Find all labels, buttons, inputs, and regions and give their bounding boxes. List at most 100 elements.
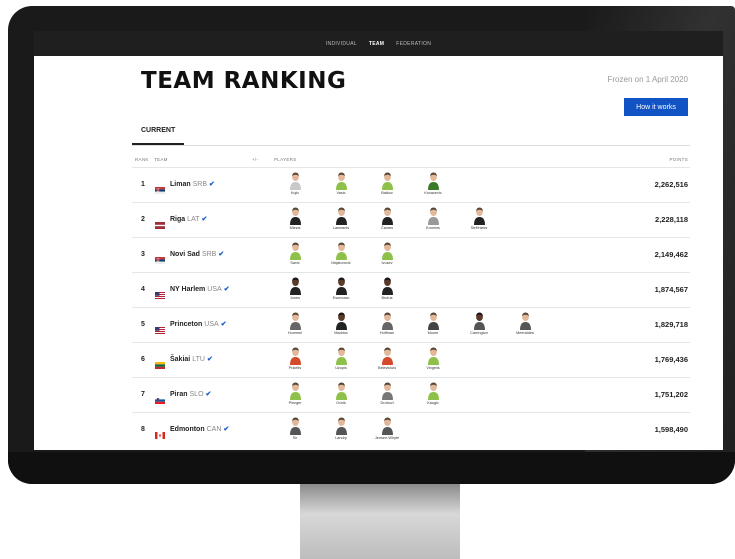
team-name-link[interactable]: Princeton USA ✔: [170, 320, 227, 328]
table-row[interactable]: 3 Novi Sad SRB ✔ Savić Majstorović Ivosev 2,149…: [132, 237, 690, 272]
team-name-link[interactable]: Edmonton CAN ✔: [170, 425, 229, 433]
player-avatar: [335, 205, 348, 225]
player-avatar: [381, 205, 394, 225]
country-code: USA: [204, 321, 219, 328]
player-card[interactable]: Kovacevic: [410, 170, 456, 195]
tab-divider: [132, 145, 690, 146]
nav-tab-individual[interactable]: INDIVIDUAL: [326, 41, 357, 47]
player-card[interactable]: Drobovl: [364, 380, 410, 405]
team-name-link[interactable]: Šakiai LTU ✔: [170, 355, 213, 363]
player-avatar: [473, 310, 486, 330]
player-name: Huffman: [379, 331, 395, 335]
player-name: Kaugic: [427, 401, 439, 405]
players-list: Pukelis Uzupis Beleviciuis Vingelis: [272, 345, 456, 370]
country-code: SRB: [201, 251, 217, 258]
player-avatar: [381, 380, 394, 400]
verified-check-icon: ✔: [209, 181, 215, 188]
table-row[interactable]: 1 Liman SRB ✔ Kojic Vasic Batkov Kovacevic 2,262…: [132, 167, 690, 202]
player-name: Miezis: [289, 226, 301, 230]
player-name: Moore: [427, 331, 439, 335]
player-card[interactable]: Vasic: [318, 170, 364, 195]
nav-tab-federation[interactable]: FEDERATION: [396, 41, 431, 47]
player-avatar: [381, 415, 394, 435]
screen: INDIVIDUAL TEAM FEDERATION TEAM RANKING …: [34, 31, 723, 450]
player-card[interactable]: Esomowo: [318, 275, 364, 300]
team-name: Edmonton: [170, 426, 205, 433]
player-card[interactable]: Pinzger: [272, 380, 318, 405]
team-name-link[interactable]: Riga LAT ✔: [170, 215, 207, 223]
player-avatar: [519, 310, 532, 330]
player-card[interactable]: Beleviciuis: [364, 345, 410, 370]
team-name: Riga: [170, 216, 186, 223]
team-name-link[interactable]: Liman SRB ✔: [170, 180, 215, 188]
table-row[interactable]: 8 Edmonton CAN ✔ Sir Landry Jensen-Whyte 1,598,…: [132, 412, 690, 447]
player-card[interactable]: Ivosev: [364, 240, 410, 265]
how-it-works-button[interactable]: How it works: [624, 98, 688, 116]
verified-check-icon: ✔: [218, 251, 225, 258]
player-card[interactable]: Moore: [410, 310, 456, 335]
player-name: Jones: [289, 296, 301, 300]
monitor-stand: [300, 484, 460, 559]
player-card[interactable]: Savić: [272, 240, 318, 265]
table-row[interactable]: 7 Piran SLO ✔ Pinzger Ovnik Drobovl Kaugic 1,751…: [132, 377, 690, 412]
table-row[interactable]: 2 Riga LAT ✔ Miezis Lasmanis Čavars Kromins Strē…: [132, 202, 690, 237]
player-card[interactable]: Strēlnieks: [456, 205, 502, 230]
player-card[interactable]: Vingelis: [410, 345, 456, 370]
player-card[interactable]: Meeraides: [502, 310, 548, 335]
tab-current[interactable]: CURRENT: [141, 127, 175, 134]
player-card[interactable]: Brutus: [364, 275, 410, 300]
player-card[interactable]: Kojic: [272, 170, 318, 195]
player-avatar: [335, 240, 348, 260]
player-name: Strēlnieks: [470, 226, 488, 230]
country-code: LTU: [192, 356, 205, 363]
team-name: Liman: [170, 181, 191, 188]
flag-icon: [155, 216, 165, 229]
rank-number: 7: [141, 391, 145, 398]
player-name: Batkov: [381, 191, 393, 195]
players-list: Jones Esomowo Brutus: [272, 275, 410, 300]
players-list: Hummel Maddox Huffman Moore Carrington Meerai…: [272, 310, 548, 335]
player-card[interactable]: Kaugic: [410, 380, 456, 405]
player-card[interactable]: Batkov: [364, 170, 410, 195]
player-avatar: [289, 380, 302, 400]
nav-tab-team[interactable]: TEAM: [369, 41, 384, 47]
player-card[interactable]: Kromins: [410, 205, 456, 230]
team-name-link[interactable]: Novi Sad SRB ✔: [170, 250, 224, 258]
team-name-link[interactable]: NY Harlem USA ✔: [170, 285, 230, 293]
player-card[interactable]: Miezis: [272, 205, 318, 230]
team-points: 1,874,567: [654, 285, 688, 294]
player-card[interactable]: Jensen-Whyte: [364, 415, 410, 440]
table-row[interactable]: 4 NY Harlem USA ✔ Jones Esomowo Brutus 1,874,56…: [132, 272, 690, 307]
flag-icon: [155, 321, 165, 334]
verified-check-icon: ✔: [220, 321, 227, 328]
rank-number: 6: [141, 356, 145, 363]
table-row[interactable]: 6 Šakiai LTU ✔ Pukelis Uzupis Beleviciuis Vinge…: [132, 342, 690, 377]
country-code: USA: [207, 286, 222, 293]
player-card[interactable]: Uzupis: [318, 345, 364, 370]
country-code: CAN: [206, 426, 222, 433]
player-card[interactable]: Ovnik: [318, 380, 364, 405]
player-card[interactable]: Majstorović: [318, 240, 364, 265]
rank-number: 1: [141, 181, 145, 188]
player-avatar: [427, 170, 440, 190]
player-card[interactable]: Čavars: [364, 205, 410, 230]
player-card[interactable]: Carrington: [456, 310, 502, 335]
player-avatar: [427, 310, 440, 330]
player-card[interactable]: Lasmanis: [318, 205, 364, 230]
player-avatar: [381, 275, 394, 295]
ranking-table: 1 Liman SRB ✔ Kojic Vasic Batkov Kovacevic 2,262…: [132, 167, 690, 447]
player-card[interactable]: Landry: [318, 415, 364, 440]
frozen-date: Frozen on 1 April 2020: [607, 75, 689, 84]
player-avatar: [335, 380, 348, 400]
player-card[interactable]: Jones: [272, 275, 318, 300]
table-row[interactable]: 5 Princeton USA ✔ Hummel Maddox Huffman Moore Ca…: [132, 307, 690, 342]
player-avatar: [427, 380, 440, 400]
player-avatar: [335, 275, 348, 295]
player-card[interactable]: Hummel: [272, 310, 318, 335]
rank-number: 2: [141, 216, 145, 223]
player-card[interactable]: Maddox: [318, 310, 364, 335]
team-name-link[interactable]: Piran SLO ✔: [170, 390, 211, 398]
player-card[interactable]: Sir: [272, 415, 318, 440]
player-card[interactable]: Pukelis: [272, 345, 318, 370]
player-card[interactable]: Huffman: [364, 310, 410, 335]
